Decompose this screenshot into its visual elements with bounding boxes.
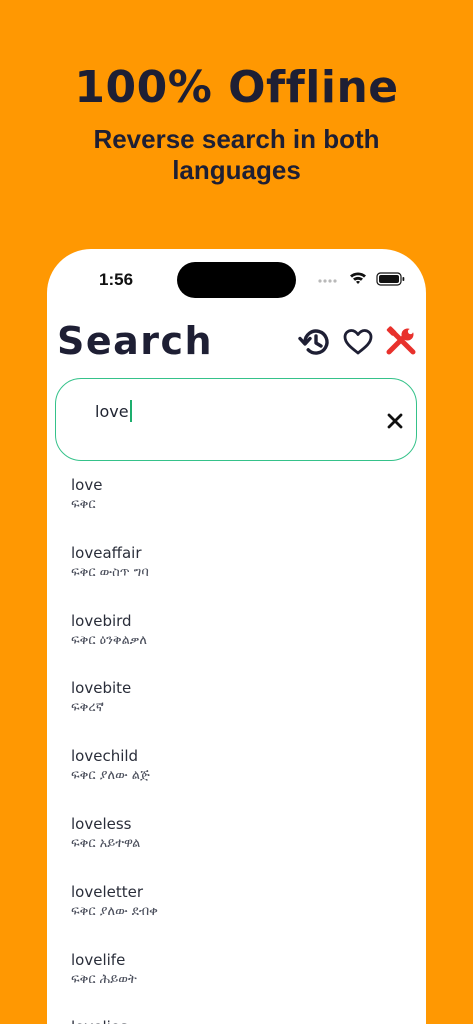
battery-icon bbox=[376, 272, 405, 286]
result-english: lovelies bbox=[71, 1017, 401, 1024]
phone-frame: 1:56 Search love love ፍቅር loveaffair ፍቅር… bbox=[47, 249, 426, 1024]
cellular-signal-icon bbox=[318, 279, 337, 283]
list-item[interactable]: love ፍቅር bbox=[71, 475, 401, 531]
close-icon bbox=[387, 413, 403, 429]
list-item[interactable]: loveletter ፍቅር ያለው ደብቀ bbox=[71, 882, 401, 938]
result-amharic: ፍቅር bbox=[71, 497, 96, 512]
history-icon[interactable] bbox=[298, 325, 332, 359]
heart-icon[interactable] bbox=[341, 325, 375, 359]
result-amharic: ፍቅር ሕይወት bbox=[71, 972, 137, 987]
result-english: loveletter bbox=[71, 883, 144, 901]
status-icons bbox=[317, 271, 409, 287]
promo-subtitle: Reverse search in both languages bbox=[93, 124, 380, 185]
result-amharic: ፍቅር ዕንቅልቃለ bbox=[71, 633, 147, 648]
result-english: loveless bbox=[71, 815, 132, 833]
list-item[interactable]: lovebite ፍቅረኛ bbox=[71, 678, 401, 734]
result-amharic: ፍቅር ውስጥ ግባ bbox=[71, 565, 149, 580]
tools-icon[interactable] bbox=[384, 325, 418, 359]
list-item[interactable]: lovebird ፍቅር ዕንቅልቃለ bbox=[71, 611, 401, 667]
result-amharic: ፍቅር ያለው ደብቀ bbox=[71, 904, 158, 919]
clear-search-button[interactable] bbox=[384, 410, 406, 432]
wifi-icon bbox=[350, 272, 366, 284]
search-input-value[interactable]: love bbox=[95, 400, 132, 422]
result-amharic: ፍቅር አይተዋል bbox=[71, 836, 141, 851]
status-time: 1:56 bbox=[99, 270, 134, 289]
result-english: loveaffair bbox=[71, 544, 142, 562]
search-input[interactable]: love bbox=[55, 378, 417, 461]
dynamic-island bbox=[177, 262, 296, 298]
result-english: love bbox=[71, 476, 103, 494]
result-english: lovelife bbox=[71, 951, 126, 969]
text-caret bbox=[129, 400, 132, 422]
page-title: Search bbox=[57, 319, 214, 363]
result-english: lovebird bbox=[71, 612, 132, 630]
list-item[interactable]: loveless ፍቅር አይተዋል bbox=[71, 814, 401, 870]
result-english: lovebite bbox=[71, 679, 132, 697]
result-amharic: ፍቅር ያለው ልጅ bbox=[71, 768, 150, 783]
list-item[interactable]: lovelife ፍቅር ሕይወት bbox=[71, 950, 401, 1006]
result-english: lovechild bbox=[71, 747, 139, 765]
list-item[interactable]: loveaffair ፍቅር ውስጥ ግባ bbox=[71, 543, 401, 599]
list-item[interactable]: lovechild ፍቅር ያለው ልጅ bbox=[71, 746, 401, 802]
list-item[interactable]: lovelies bbox=[71, 1017, 401, 1024]
promo-title: 100% Offline bbox=[74, 62, 399, 113]
result-amharic: ፍቅረኛ bbox=[71, 700, 104, 715]
